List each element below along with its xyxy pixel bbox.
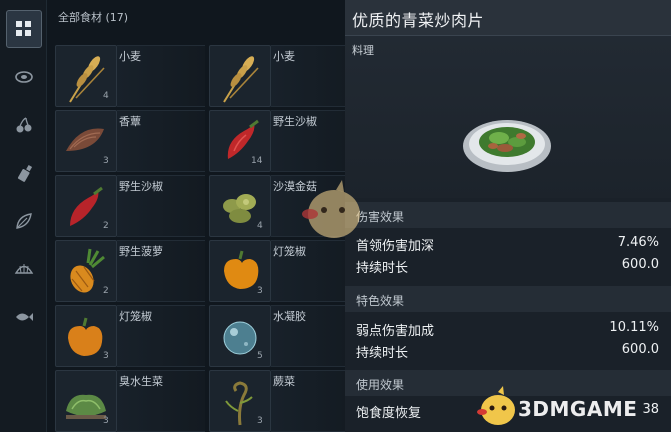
ingredient-qty: 3 <box>103 351 109 361</box>
grid-icon <box>16 21 31 36</box>
ingredient-cell[interactable]: 臭水生菜 3 <box>55 370 205 432</box>
ingredient-qty: 2 <box>103 221 109 231</box>
grid-title: 全部食材 (17) <box>58 11 129 24</box>
effect-name: 饱食度恢复 <box>356 406 422 421</box>
item-detail-panel: 优质的青菜炒肉片 料理 伤害效果 首领伤害加深 7.46% 持续时长 600.0… <box>345 0 671 432</box>
watermark-mascot-icon <box>302 180 360 238</box>
ingredient-cell[interactable]: 小麦 4 <box>55 45 205 107</box>
effect-name: 首领伤害加深 <box>356 239 435 254</box>
ingredient-qty: 3 <box>257 416 263 426</box>
ingredient-name: 小麦 <box>273 50 295 63</box>
ingredient-cell[interactable]: 野生沙椒 2 <box>55 175 205 237</box>
ingredient-name: 野生沙椒 <box>273 115 317 128</box>
ingredient-name: 灯笼椒 <box>273 245 306 258</box>
stir-fry-plate-icon <box>463 120 551 172</box>
ingredient-name: 水凝胶 <box>273 310 306 323</box>
ingredient-cell[interactable]: 水凝胶 5 <box>209 305 345 367</box>
effect-value: 600.0 <box>621 342 659 357</box>
category-rail <box>0 0 47 432</box>
category-vegetable[interactable] <box>6 202 42 240</box>
ingredient-qty: 3 <box>257 286 263 296</box>
effect-name: 弱点伤害加成 <box>356 324 435 339</box>
ingredient-cell[interactable]: 小麦 <box>209 45 345 107</box>
effect-name: 持续时长 <box>356 346 409 361</box>
meat-icon <box>15 71 33 83</box>
category-all[interactable] <box>6 10 42 48</box>
ingredient-qty: 4 <box>103 91 109 101</box>
effect-value: 10.11% <box>609 320 659 335</box>
shaker-icon <box>17 164 33 182</box>
ingredient-cell[interactable]: 野生菠萝 2 <box>55 240 205 302</box>
ingredient-cell[interactable]: 香蕈 3 <box>55 110 205 172</box>
ingredient-qty: 4 <box>257 221 263 231</box>
fish-icon <box>16 313 33 321</box>
section-label: 使用效果 <box>356 378 405 392</box>
category-fish[interactable] <box>6 298 42 336</box>
effect-row: 首领伤害加深 7.46% <box>356 235 659 255</box>
effect-name: 持续时长 <box>356 261 409 276</box>
effect-section-header: 特色效果 <box>345 286 671 312</box>
effect-value: 600.0 <box>621 257 659 272</box>
ingredient-qty: 5 <box>257 351 263 361</box>
ingredient-name: 野生菠萝 <box>119 245 163 258</box>
cherry-icon <box>16 117 32 133</box>
category-shellfish[interactable] <box>6 250 42 288</box>
ingredient-cell[interactable]: 蕨菜 3 <box>209 370 345 432</box>
effect-row: 持续时长 600.0 <box>356 342 659 362</box>
category-fruit[interactable] <box>6 106 42 144</box>
item-title: 优质的青菜炒肉片 <box>352 11 485 30</box>
watermark-text: 3DMGAME <box>518 397 638 421</box>
ingredient-cell[interactable]: 灯笼椒 3 <box>55 305 205 367</box>
ingredient-name: 灯笼椒 <box>119 310 152 323</box>
effect-row: 持续时长 600.0 <box>356 257 659 277</box>
effect-row: 弱点伤害加成 10.11% <box>356 320 659 340</box>
section-label: 特色效果 <box>356 294 405 308</box>
ingredient-name: 野生沙椒 <box>119 180 163 193</box>
ingredient-qty: 2 <box>103 286 109 296</box>
category-seasoning[interactable] <box>6 154 42 192</box>
ingredient-cell[interactable]: 灯笼椒 3 <box>209 240 345 302</box>
effect-value: 7.46% <box>617 235 659 250</box>
shell-icon <box>14 264 34 274</box>
ingredient-name: 蕨菜 <box>273 375 295 388</box>
effect-section-header: 伤害效果 <box>345 202 671 228</box>
ingredient-qty: 3 <box>103 156 109 166</box>
leaf-icon <box>16 213 32 229</box>
wheat-icon <box>223 56 259 103</box>
ingredient-name: 香蕈 <box>119 115 141 128</box>
category-meat[interactable] <box>6 58 42 96</box>
ingredient-name: 小麦 <box>119 50 141 63</box>
ingredient-cell[interactable]: 野生沙椒 14 <box>209 110 345 172</box>
item-category: 料理 <box>352 44 374 57</box>
ingredient-qty: 14 <box>251 156 263 166</box>
ingredient-qty: 3 <box>103 416 109 426</box>
ingredient-name: 臭水生菜 <box>119 375 163 388</box>
